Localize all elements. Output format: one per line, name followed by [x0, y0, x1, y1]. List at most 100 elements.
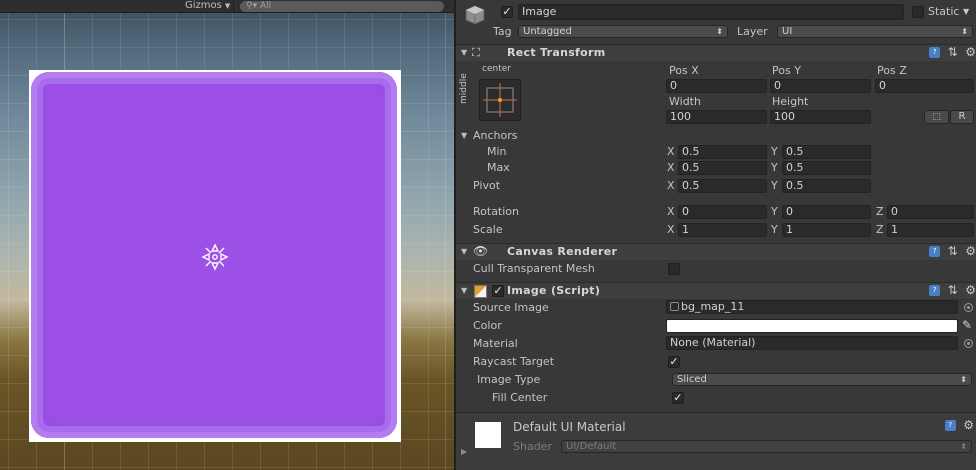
- chevron-updown-icon: ⬍: [716, 27, 723, 36]
- y-axis-label: Y: [771, 223, 778, 236]
- object-picker-icon[interactable]: [964, 339, 973, 348]
- y-axis-label: Y: [771, 179, 778, 192]
- eyedropper-icon[interactable]: ✎: [962, 318, 972, 332]
- height-field[interactable]: 100: [770, 110, 871, 124]
- raycast-target-label: Raycast Target: [473, 355, 555, 368]
- scale-y-field[interactable]: 1: [782, 223, 871, 237]
- gear-icon[interactable]: ⚙: [965, 284, 976, 296]
- y-axis-label: Y: [771, 161, 778, 174]
- pivot-handle-icon[interactable]: [201, 243, 229, 271]
- scene-guide-line: [445, 13, 446, 470]
- source-image-label: Source Image: [473, 301, 549, 314]
- image-enabled-checkbox[interactable]: ✓: [492, 285, 504, 297]
- blueprint-mode-button[interactable]: ⬚: [924, 110, 949, 124]
- width-field[interactable]: 100: [666, 110, 767, 124]
- x-axis-label: X: [667, 179, 675, 192]
- cull-transparent-mesh-label: Cull Transparent Mesh: [473, 262, 595, 275]
- z-axis-label: Z: [876, 223, 884, 236]
- pos-y-label: Pos Y: [772, 64, 801, 77]
- source-image-field[interactable]: bg_map_11: [666, 300, 958, 314]
- shader-value: UI/Default: [566, 441, 617, 452]
- rect-transform-title: Rect Transform: [507, 46, 606, 59]
- rotation-label: Rotation: [473, 205, 520, 218]
- x-axis-label: X: [667, 161, 675, 174]
- layer-value: UI: [782, 26, 793, 37]
- anchor-presets-button[interactable]: [479, 79, 521, 121]
- help-book-icon[interactable]: ?: [944, 420, 956, 431]
- min-label: Min: [487, 145, 507, 158]
- help-book-icon[interactable]: ?: [929, 246, 941, 257]
- fill-center-checkbox[interactable]: ✓: [672, 392, 684, 404]
- anchor-max-x-field[interactable]: 0.5: [678, 161, 767, 175]
- pivot-y-field[interactable]: 0.5: [782, 179, 871, 193]
- eye-icon: 👁: [473, 244, 489, 258]
- pos-y-field[interactable]: 0: [770, 79, 871, 93]
- inspector-panel: ✓ Image Static ▼ Tag Untagged ⬍ Layer UI ⬍…: [454, 0, 976, 470]
- chevron-updown-icon: ⬍: [961, 27, 968, 36]
- y-axis-label: Y: [771, 205, 778, 218]
- object-name-field[interactable]: Image: [518, 4, 904, 20]
- pos-z-field[interactable]: 0: [875, 79, 974, 93]
- preset-sliders-icon[interactable]: ⇅: [948, 284, 958, 296]
- material-thumbnail: [475, 422, 501, 448]
- anchor-preset-icon: [483, 83, 517, 117]
- gear-icon[interactable]: ⚙: [965, 245, 976, 257]
- foldout-arrow-icon[interactable]: ▼: [461, 247, 467, 256]
- foldout-arrow-icon[interactable]: ▶: [461, 447, 467, 456]
- material-header-icons: ? ⚙: [941, 419, 974, 432]
- canvas-renderer-header[interactable]: ▼ 👁 Canvas Renderer ? ⇅ ⚙: [456, 243, 976, 260]
- scale-x-field[interactable]: 1: [678, 223, 767, 237]
- scene-view[interactable]: Gizmos ▼ ⚲▾ All: [0, 0, 454, 470]
- foldout-arrow-icon[interactable]: ▼: [461, 48, 467, 57]
- rotation-y-field[interactable]: 0: [782, 205, 871, 219]
- canvas-renderer-title: Canvas Renderer: [507, 245, 618, 258]
- gear-icon[interactable]: ⚙: [963, 419, 974, 431]
- pos-z-label: Pos Z: [877, 64, 907, 77]
- gizmos-dropdown[interactable]: Gizmos ▼: [182, 0, 235, 13]
- foldout-arrow-icon[interactable]: ▼: [461, 131, 467, 140]
- preset-sliders-icon[interactable]: ⇅: [948, 46, 958, 58]
- scale-label: Scale: [473, 223, 503, 236]
- raw-edit-button[interactable]: R: [950, 110, 974, 124]
- anchor-v-label: middle: [459, 73, 469, 104]
- gear-icon[interactable]: ⚙: [965, 46, 976, 58]
- active-toggle[interactable]: ✓: [501, 6, 513, 18]
- rotation-z-field[interactable]: 0: [887, 205, 974, 219]
- shader-label: Shader: [513, 440, 552, 453]
- x-axis-label: X: [667, 223, 675, 236]
- color-field[interactable]: [666, 319, 958, 333]
- pivot-x-field[interactable]: 0.5: [678, 179, 767, 193]
- pos-x-field[interactable]: 0: [666, 79, 767, 93]
- pos-x-label: Pos X: [669, 64, 699, 77]
- scene-search-input[interactable]: ⚲▾ All: [240, 1, 444, 12]
- anchor-min-x-field[interactable]: 0.5: [678, 145, 767, 159]
- cull-transparent-mesh-checkbox[interactable]: [668, 263, 680, 275]
- search-placeholder: All: [259, 1, 272, 11]
- tag-value: Untagged: [523, 26, 572, 37]
- preset-sliders-icon[interactable]: ⇅: [948, 245, 958, 257]
- object-picker-icon[interactable]: [964, 303, 973, 312]
- anchor-min-y-field[interactable]: 0.5: [782, 145, 871, 159]
- help-book-icon[interactable]: ?: [929, 47, 941, 58]
- pivot-label: Pivot: [473, 179, 501, 192]
- raycast-target-checkbox[interactable]: ✓: [668, 356, 680, 368]
- shader-dropdown[interactable]: UI/Default ⬍: [561, 440, 972, 453]
- static-toggle[interactable]: [912, 6, 924, 18]
- fill-center-label: Fill Center: [492, 391, 548, 404]
- image-script-header[interactable]: ▼ ✓ Image (Script) ? ⇅ ⚙: [456, 282, 976, 299]
- gizmos-label: Gizmos: [185, 0, 222, 11]
- rotation-x-field[interactable]: 0: [678, 205, 767, 219]
- help-book-icon[interactable]: ?: [929, 285, 941, 296]
- layer-dropdown[interactable]: UI ⬍: [777, 25, 973, 38]
- chevron-down-icon[interactable]: ▼: [963, 7, 969, 16]
- scale-z-field[interactable]: 1: [887, 223, 974, 237]
- rect-transform-header[interactable]: ▼ ⛶ Rect Transform ? ⇅ ⚙: [456, 44, 976, 61]
- foldout-arrow-icon[interactable]: ▼: [461, 286, 467, 295]
- rect-transform-icon: ⛶: [472, 46, 480, 59]
- image-type-label: Image Type: [477, 373, 541, 386]
- anchor-max-y-field[interactable]: 0.5: [782, 161, 871, 175]
- image-type-dropdown[interactable]: Sliced ⬍: [672, 373, 972, 386]
- tag-dropdown[interactable]: Untagged ⬍: [518, 25, 728, 38]
- component-header-icons: ? ⇅ ⚙: [925, 245, 976, 258]
- material-field[interactable]: None (Material): [666, 336, 958, 350]
